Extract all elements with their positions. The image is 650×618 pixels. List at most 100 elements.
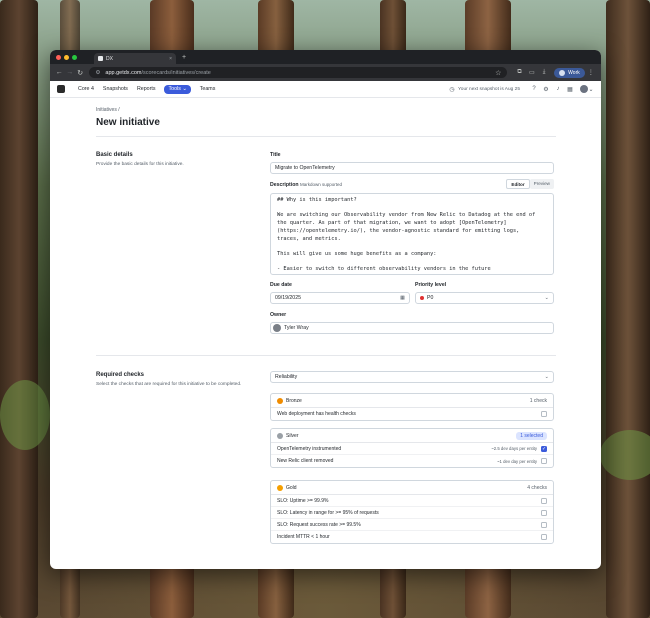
owner-label: Owner — [270, 312, 287, 318]
browser-toolbar: ← → ↻ ⚙ app.getdx.com /scorecards/initia… — [50, 64, 601, 81]
favicon-icon — [98, 56, 103, 61]
check-label: Web deployment has health checks — [277, 411, 356, 417]
owner-select[interactable]: Tyler Wray — [270, 322, 554, 334]
tab-preview[interactable]: Preview — [529, 179, 554, 189]
check-checkbox[interactable] — [541, 497, 547, 504]
breadcrumb[interactable]: Initiatives / — [96, 107, 556, 113]
page-title: New initiative — [96, 117, 160, 128]
check-effort: ~1 dev day per entity — [496, 458, 537, 464]
priority-select[interactable]: P0 ⌄ — [415, 292, 554, 304]
description-textarea[interactable]: ## Why is this important? We are switchi… — [270, 193, 554, 275]
site-info-icon[interactable]: ⚙ — [95, 70, 100, 76]
required-checks-subtext: Select the checks that are required for … — [96, 382, 242, 387]
level-card-silver: Silver 1 selected OpenTelemetry instrume… — [270, 428, 554, 468]
new-tab-button[interactable]: + — [182, 54, 186, 61]
nav-tools[interactable]: Tools ⌄ — [164, 84, 191, 94]
scorecard-value: Reliability — [275, 374, 298, 380]
check-label: SLO: Uptime >= 99.9% — [277, 497, 329, 504]
priority-dot-icon — [420, 296, 424, 300]
maximize-window-button[interactable] — [72, 54, 77, 60]
markdown-hint: Markdown supported — [300, 182, 343, 187]
grid-apps-icon[interactable]: ▦ — [564, 86, 576, 93]
level-badge: 4 checks — [527, 484, 547, 491]
description-line: (https://opentelemetry.io/), the vendor-… — [277, 227, 520, 234]
title-label: Title — [270, 152, 281, 158]
url-path: /scorecards/initiatives/create — [141, 69, 211, 76]
calendar-icon[interactable]: ▦ — [400, 295, 405, 301]
check-checkbox[interactable] — [541, 534, 547, 540]
owner-avatar — [273, 324, 281, 332]
description-line: - Easier to switch to different observab… — [277, 266, 491, 273]
chevron-down-icon[interactable]: ⌄ — [588, 86, 594, 93]
check-checkbox[interactable] — [541, 521, 547, 528]
level-name: Gold — [286, 484, 297, 491]
close-tab-icon[interactable]: × — [169, 56, 172, 62]
description-line: We are switching our Observability vendo… — [277, 212, 536, 219]
check-label: Incident MTTR < 1 hour — [277, 534, 330, 540]
share-icon[interactable]: ▭ — [526, 69, 538, 76]
reload-icon[interactable]: ↻ — [75, 69, 85, 77]
owner-value: Tyler Wray — [284, 325, 309, 331]
check-checkbox[interactable] — [541, 411, 547, 417]
level-header: Silver 1 selected — [271, 429, 553, 443]
profile-label: Work — [568, 69, 580, 76]
check-row[interactable]: SLO: Uptime >= 99.9% — [271, 495, 553, 507]
nav-core4[interactable]: Core 4 — [78, 86, 94, 92]
profile-avatar-icon — [559, 69, 566, 76]
dx-logo-icon[interactable] — [57, 85, 65, 93]
chevron-down-icon: ⌄ — [544, 295, 549, 301]
description-line — [277, 205, 547, 213]
description-line: traces, and metrics. — [277, 235, 341, 242]
help-icon[interactable]: ? — [528, 86, 540, 92]
forward-icon[interactable]: → — [64, 69, 74, 76]
check-row[interactable]: Incident MTTR < 1 hour — [271, 531, 553, 543]
check-row[interactable]: New Relic client removed ~1 dev day per … — [271, 455, 553, 467]
back-icon[interactable]: ← — [54, 69, 64, 76]
page-content: Initiatives / New initiative Basic detai… — [96, 98, 556, 544]
due-date-label: Due date — [270, 282, 292, 288]
minimize-window-button[interactable] — [64, 54, 69, 60]
title-input[interactable]: Migrate to OpenTelemetry — [270, 162, 554, 174]
tab-editor[interactable]: Editor — [506, 179, 530, 189]
extensions-icon[interactable]: ⧉ — [513, 69, 525, 76]
chevron-down-icon: ⌄ — [544, 374, 549, 380]
level-card-gold: Gold 4 checks SLO: Uptime >= 99.9% SLO: … — [270, 480, 554, 544]
due-date-input[interactable]: 09/19/2025 ▦ — [270, 292, 410, 304]
check-checkbox[interactable] — [541, 509, 547, 516]
close-window-button[interactable] — [56, 54, 61, 60]
basic-details-subtext: Provide the basic details for this initi… — [96, 162, 184, 167]
level-name: Silver — [286, 432, 299, 439]
browser-menu-icon[interactable]: ⋮ — [585, 69, 597, 76]
level-card-bronze: Bronze 1 check Web deployment has health… — [270, 393, 554, 421]
profile-button[interactable]: Work — [554, 67, 585, 78]
downloads-icon[interactable]: ⤓ — [538, 69, 550, 76]
user-avatar[interactable] — [580, 85, 588, 93]
address-bar[interactable]: ⚙ app.getdx.com /scorecards/initiatives/… — [89, 67, 508, 78]
browser-tab[interactable]: DX × — [94, 53, 176, 64]
notifications-bell-icon[interactable]: ♪ — [552, 86, 564, 92]
check-label: New Relic client removed — [277, 458, 334, 464]
check-checkbox[interactable]: ✓ — [541, 445, 547, 452]
nav-snapshots[interactable]: Snapshots — [103, 86, 128, 92]
level-header: Bronze 1 check — [271, 394, 553, 408]
nav-reports[interactable]: Reports — [137, 86, 156, 92]
snapshot-notice[interactable]: Your next snapshot is Aug 25 — [458, 87, 520, 92]
check-row[interactable]: OpenTelemetry instrumented ~2.5 dev days… — [271, 443, 553, 455]
description-line — [277, 259, 547, 267]
check-label: SLO: Request success rate >= 99.5% — [277, 521, 361, 528]
check-row[interactable]: Web deployment has health checks — [271, 408, 553, 420]
check-row[interactable]: SLO: Request success rate >= 99.5% — [271, 519, 553, 531]
browser-window: DX × + ← → ↻ ⚙ app.getdx.com /scorecards… — [50, 50, 601, 569]
settings-gear-icon[interactable]: ⚙ — [540, 86, 552, 93]
check-row[interactable]: SLO: Latency in range for >= 95% of requ… — [271, 507, 553, 519]
check-checkbox[interactable] — [541, 458, 547, 464]
basic-details-heading: Basic details — [96, 152, 133, 158]
priority-label: Priority level — [415, 282, 447, 288]
nav-teams[interactable]: Teams — [200, 86, 216, 92]
gold-medal-icon — [277, 484, 283, 491]
bookmark-star-icon[interactable]: ☆ — [495, 69, 501, 77]
description-label-text: Description — [270, 182, 299, 188]
check-label: SLO: Latency in range for >= 95% of requ… — [277, 509, 379, 516]
required-checks-heading: Required checks — [96, 372, 145, 378]
scorecard-select[interactable]: Reliability ⌄ — [270, 371, 554, 383]
